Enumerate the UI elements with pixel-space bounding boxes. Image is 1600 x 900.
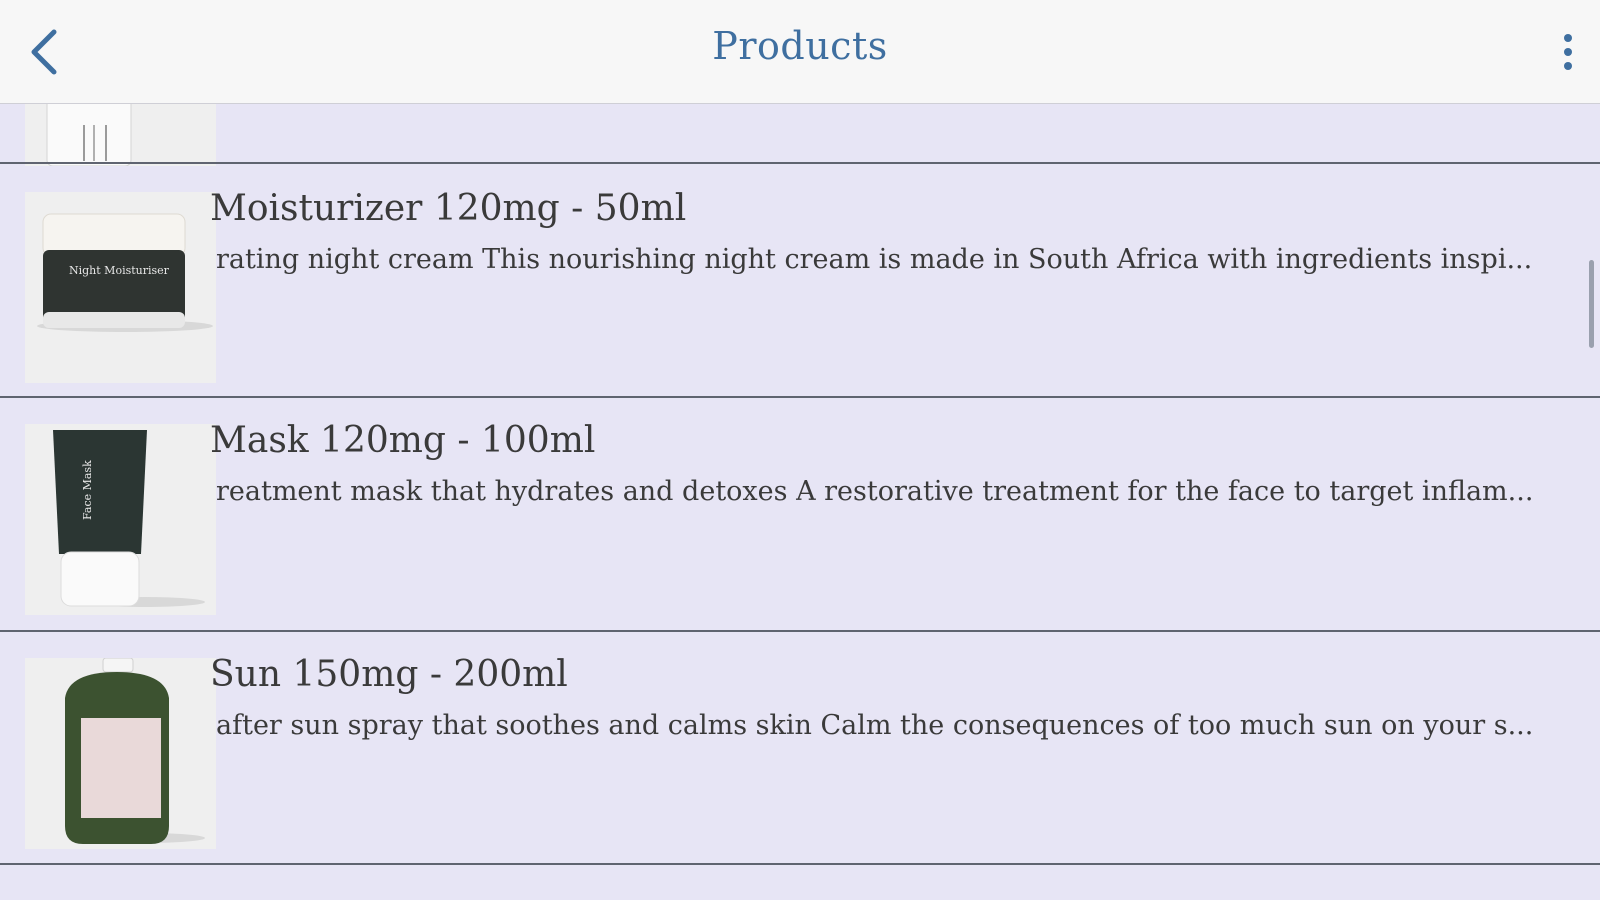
- product-title: Sun 150mg - 200ml: [210, 654, 568, 695]
- thumbnail-label: Night Moisturiser: [69, 264, 169, 277]
- product-description: after sun spray that soothes and calms s…: [216, 710, 1534, 741]
- page-title: Products: [712, 24, 888, 68]
- thumbnail-label: Face Mask: [81, 460, 94, 520]
- product-title: Mask 120mg - 100ml: [210, 420, 596, 461]
- product-list[interactable]: Night Moisturiser Moisturizer 120mg - 50…: [0, 104, 1600, 900]
- product-thumbnail: [25, 658, 216, 849]
- tube-image-icon: [25, 424, 216, 615]
- app-bar: Products: [0, 0, 1600, 104]
- spray-bottle-image-icon: [25, 658, 216, 849]
- cream-jar-image-icon: [25, 192, 216, 383]
- product-title: Moisturizer 120mg - 50ml: [210, 188, 687, 229]
- list-item[interactable]: Face Mask Mask 120mg - 100ml reatment ma…: [0, 398, 1600, 632]
- list-item[interactable]: Night Moisturiser Moisturizer 120mg - 50…: [0, 164, 1600, 398]
- list-item[interactable]: [0, 104, 1600, 166]
- more-vertical-icon: [1564, 34, 1572, 70]
- overflow-menu-button[interactable]: [1546, 22, 1590, 82]
- bottle-image-icon: [25, 104, 216, 166]
- product-description: reatment mask that hydrates and detoxes …: [216, 476, 1534, 507]
- scrollbar-thumb[interactable]: [1589, 260, 1594, 348]
- list-item[interactable]: Sun 150mg - 200ml after sun spray that s…: [0, 632, 1600, 866]
- product-description: rating night cream This nourishing night…: [216, 244, 1533, 275]
- product-thumbnail: Face Mask: [25, 424, 216, 615]
- product-thumbnail: [25, 104, 216, 166]
- list-divider: [0, 863, 1600, 865]
- product-thumbnail: Night Moisturiser: [25, 192, 216, 383]
